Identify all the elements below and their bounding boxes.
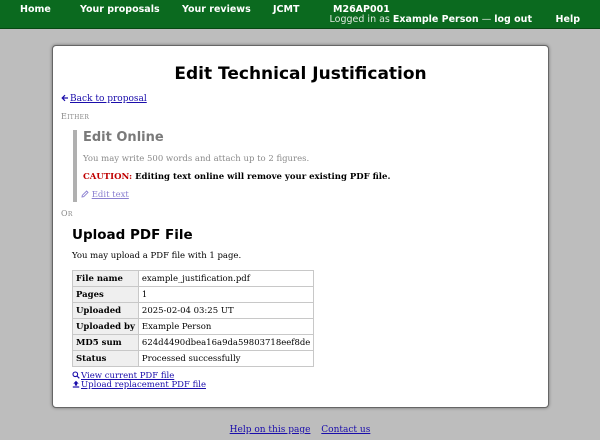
- row-key: Pages: [72, 286, 139, 303]
- login-prefix: Logged in as: [329, 14, 390, 25]
- caution-text: Editing text online will remove your exi…: [135, 172, 391, 182]
- edit-online-title: Edit Online: [83, 130, 164, 145]
- nav-reviews-link[interactable]: Your reviews: [182, 4, 251, 15]
- main-panel: Edit Technical Justification Back to pro…: [52, 45, 549, 408]
- back-to-proposal-link[interactable]: Back to proposal: [61, 94, 147, 104]
- arrow-left-icon: [61, 94, 69, 104]
- upload-pdf-description: You may upload a PDF file with 1 page.: [72, 251, 242, 261]
- nav-proposals-link[interactable]: Your proposals: [80, 4, 160, 15]
- row-value: Example Person: [137, 318, 315, 335]
- row-value: 624d4490dbea16a9da59803718eef8de: [137, 334, 315, 351]
- pencil-icon: [81, 190, 92, 200]
- back-to-proposal-label[interactable]: Back to proposal: [70, 94, 147, 104]
- table-row: MD5 sum 624d4490dbea16a9da59803718eef8de: [72, 334, 315, 351]
- logged-in-user: Example Person: [392, 14, 479, 25]
- row-key: Uploaded by: [72, 318, 139, 335]
- caution-label: CAUTION:: [83, 172, 133, 182]
- row-value: 2025-02-04 03:25 UT: [137, 302, 315, 319]
- nav-home-link[interactable]: Home: [20, 4, 51, 15]
- row-value: example_justification.pdf: [137, 270, 315, 287]
- table-row: Pages 1: [72, 286, 315, 303]
- pdf-info-table: File name example_justification.pdf Page…: [72, 270, 315, 367]
- row-value: 1: [137, 286, 315, 303]
- login-status: Logged in as Example Person — log out: [330, 14, 532, 25]
- footer-help-link[interactable]: Help on this page: [230, 425, 311, 435]
- upload-icon: [72, 380, 81, 390]
- footer: Help on this page Contact us: [0, 425, 600, 435]
- caution-message: CAUTION: Editing text online will remove…: [83, 172, 390, 182]
- table-row: Uploaded by Example Person: [72, 318, 315, 335]
- edit-text-label[interactable]: Edit text: [92, 190, 129, 200]
- upload-pdf-title: Upload PDF File: [72, 227, 193, 243]
- table-row: File name example_justification.pdf: [72, 270, 315, 287]
- upload-replacement-label[interactable]: Upload replacement PDF file: [81, 380, 206, 390]
- nav-facility-link[interactable]: JCMT: [273, 4, 299, 15]
- row-value: Processed successfully: [137, 350, 315, 367]
- row-key: MD5 sum: [72, 334, 139, 351]
- edit-online-hint: You may write 500 words and attach up to…: [83, 154, 310, 164]
- upload-replacement-link[interactable]: Upload replacement PDF file: [72, 380, 206, 390]
- footer-contact-link[interactable]: Contact us: [321, 425, 370, 435]
- top-navigation-bar: Home Your proposals Your reviews JCMT M2…: [0, 0, 600, 29]
- edit-text-link[interactable]: Edit text: [81, 190, 129, 200]
- login-separator: —: [481, 14, 492, 25]
- table-row: Status Processed successfully: [72, 350, 315, 367]
- table-row: Uploaded 2025-02-04 03:25 UT: [72, 302, 315, 319]
- logout-link[interactable]: log out: [494, 14, 532, 25]
- row-key: File name: [72, 270, 139, 287]
- page-title: Edit Technical Justification: [174, 64, 427, 84]
- row-key: Status: [72, 350, 139, 367]
- nav-help-link[interactable]: Help: [556, 14, 580, 25]
- either-label: Either: [61, 112, 90, 121]
- row-key: Uploaded: [72, 302, 139, 319]
- or-label: Or: [61, 209, 73, 218]
